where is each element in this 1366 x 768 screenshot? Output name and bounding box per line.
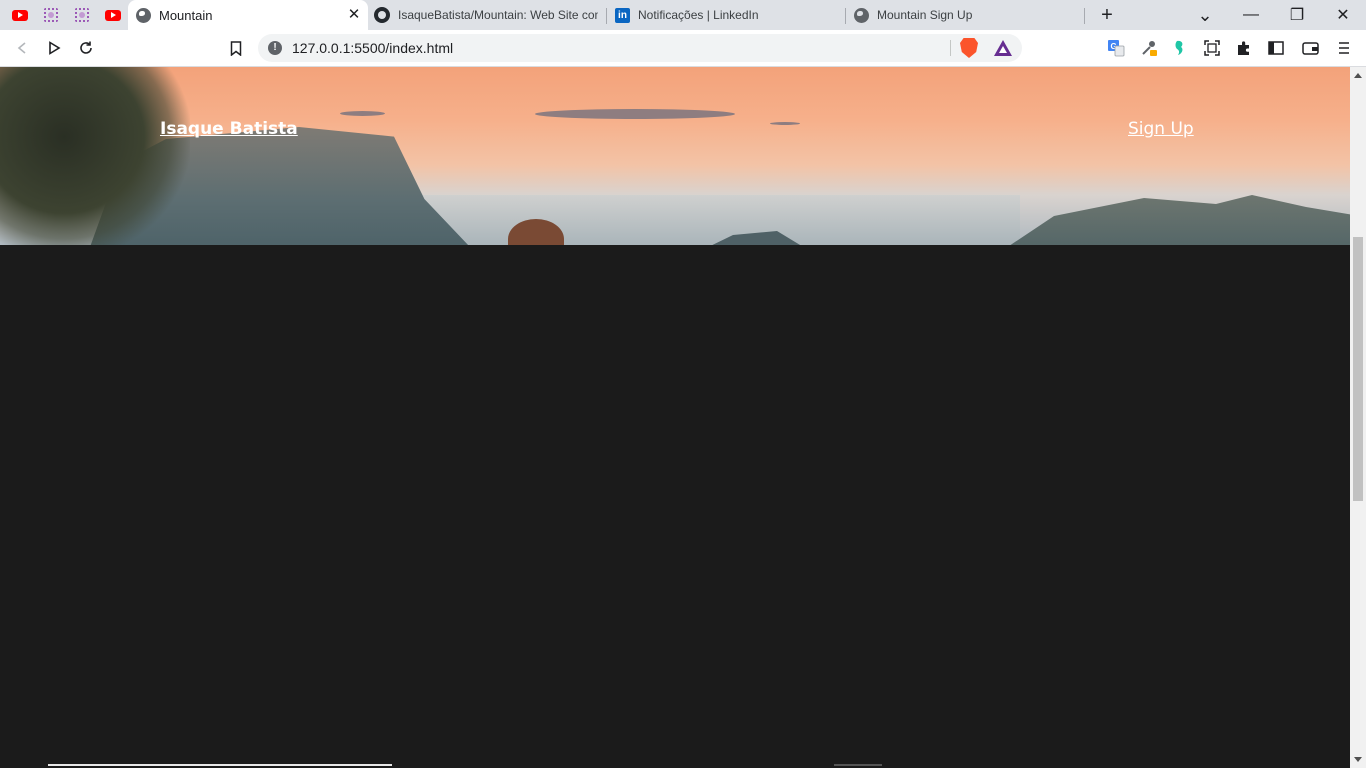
pinned-tab-youtube[interactable] [97,0,128,30]
tab-mountain[interactable]: Mountain ✕ [128,0,368,30]
address-url[interactable]: 127.0.0.1:5500/index.html [292,40,453,56]
hero-mountain-image: Isaque Batista Sign Up [0,67,1350,245]
page-viewport: Isaque Batista Sign Up [0,67,1350,768]
globe-icon [854,7,869,23]
hamburger-menu-icon [1339,42,1349,54]
tab-title: Mountain Sign Up [877,8,973,22]
tab-linkedin[interactable]: in Notificações | LinkedIn [607,0,845,30]
section-divider-line [48,764,392,766]
play-forward-icon [49,41,61,55]
youtube-icon [11,9,28,21]
linkedin-icon: in [615,7,630,23]
globe-icon [136,7,151,23]
tab-title: Mountain [159,7,213,23]
brand-link[interactable]: Isaque Batista [160,119,298,139]
site-info-icon[interactable]: ! [268,41,282,55]
forward-button[interactable] [41,36,67,60]
capture-frame-icon [1204,40,1220,56]
scroll-up-arrow-icon[interactable] [1354,73,1362,78]
google-translate-button[interactable]: G [1103,36,1129,60]
pinned-tab-extension[interactable] [35,0,66,30]
extension-seahorse-button[interactable] [1167,36,1193,60]
sidebar-toggle-button[interactable] [1263,36,1289,60]
cloud-shape [340,111,385,116]
pinned-tab-youtube[interactable] [4,0,35,30]
extension-gear-icon [43,8,58,22]
main-menu-button[interactable] [1331,36,1357,60]
cloud-shape [535,109,735,119]
back-button[interactable] [9,36,35,60]
back-arrow-icon [17,42,26,54]
tab-strip: Mountain ✕ IsaqueBatista/Mountain: Web S… [0,0,1366,30]
tab-title: Notificações | LinkedIn [638,8,759,22]
youtube-icon [104,9,121,21]
tab-search-chevron-down-icon[interactable]: ⌄ [1182,0,1228,30]
extension-gear-icon [74,8,89,22]
close-window-button[interactable]: ✕ [1320,0,1366,30]
seahorse-icon [1175,40,1183,55]
wallet-button[interactable] [1297,36,1323,60]
close-tab-icon[interactable]: ✕ [346,7,362,23]
brave-shields-icon[interactable] [960,38,978,58]
wallet-icon [1301,42,1319,55]
omnibox-divider [950,40,951,56]
minimize-button[interactable]: — [1228,0,1274,30]
browser-toolbar: ! 127.0.0.1:5500/index.html G [0,30,1366,67]
tab-mountain-signup[interactable]: Mountain Sign Up [846,0,1084,30]
screenshot-capture-button[interactable] [1199,36,1225,60]
scrollbar-thumb[interactable] [1353,237,1363,501]
extensions-button[interactable] [1231,36,1257,60]
github-icon [374,7,390,23]
tab-github-repo[interactable]: IsaqueBatista/Mountain: Web Site com [368,0,606,30]
extension-eyedropper-button[interactable] [1136,36,1162,60]
puzzle-piece-icon [1238,41,1249,55]
bookmark-button[interactable] [223,36,249,60]
section-divider-mark [834,764,882,766]
signup-link[interactable]: Sign Up [1128,119,1194,139]
eyedropper-icon [1142,41,1157,56]
translate-icon: G [1108,40,1125,57]
new-tab-button[interactable]: + [1084,0,1130,30]
reload-icon [80,41,92,54]
page-scrollbar[interactable] [1350,67,1366,768]
cloud-shape [770,122,800,125]
reload-button[interactable] [73,36,99,60]
sidebar-icon [1268,41,1284,55]
right-mountain-shape [1000,195,1350,245]
brave-rewards-icon[interactable] [994,40,1012,56]
bookmark-icon [230,40,242,56]
tree-silhouette [0,67,190,245]
pinned-tab-extension[interactable] [66,0,97,30]
restore-button[interactable]: ❐ [1274,0,1320,30]
scroll-down-arrow-icon[interactable] [1354,757,1362,762]
tab-title: IsaqueBatista/Mountain: Web Site com [398,8,598,22]
address-bar[interactable]: ! 127.0.0.1:5500/index.html [258,34,1022,62]
